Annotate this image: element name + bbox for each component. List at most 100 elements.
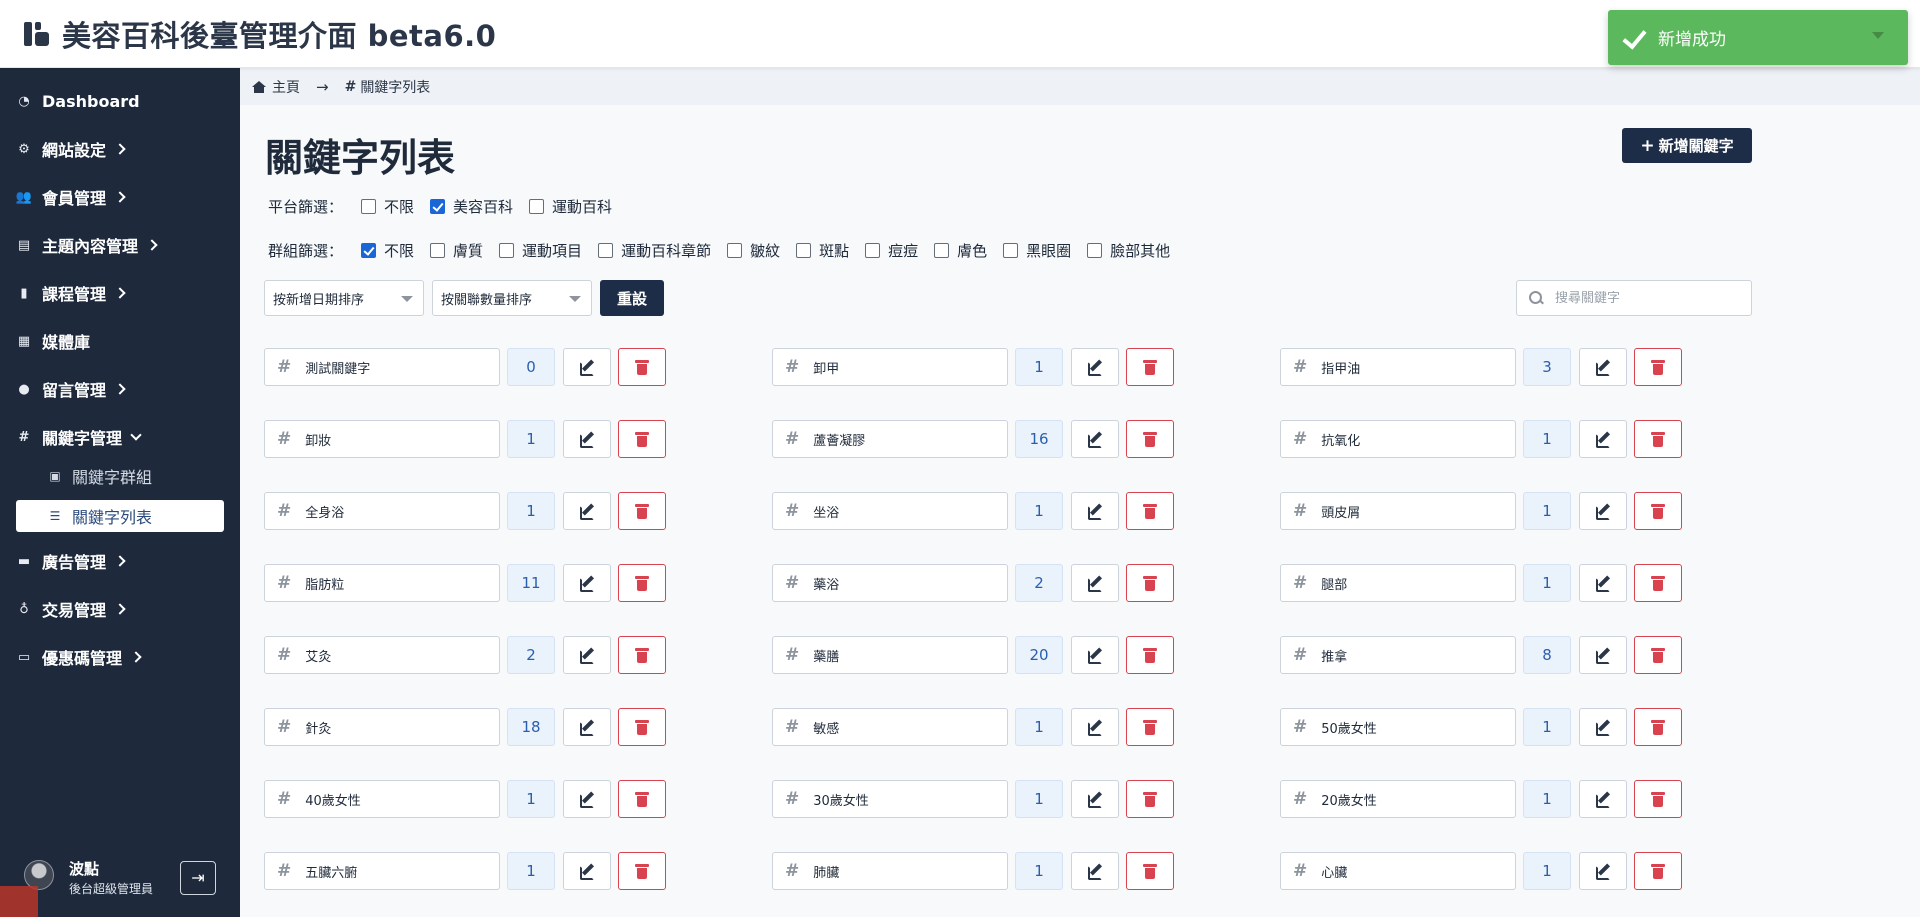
delete-keyword-button[interactable] bbox=[1634, 492, 1682, 530]
sidebar-item[interactable]: ▬ 廣告管理 bbox=[0, 543, 240, 579]
delete-keyword-button[interactable] bbox=[1634, 852, 1682, 890]
checkbox[interactable] bbox=[499, 243, 515, 258]
group-filter-option[interactable]: 臉部其他 bbox=[1087, 240, 1170, 261]
delete-keyword-button[interactable] bbox=[1126, 636, 1174, 674]
keyword-name-field[interactable]: # 推拿 bbox=[1280, 636, 1516, 674]
checkbox[interactable] bbox=[1003, 243, 1019, 258]
edit-keyword-button[interactable] bbox=[563, 852, 611, 890]
checkbox[interactable] bbox=[796, 243, 812, 258]
edit-keyword-button[interactable] bbox=[1071, 492, 1119, 530]
add-keyword-button[interactable]: + 新增關鍵字 bbox=[1622, 128, 1752, 163]
keyword-name-field[interactable]: #50歲女性 bbox=[1280, 708, 1516, 746]
checkbox[interactable] bbox=[727, 243, 743, 258]
edit-keyword-button[interactable] bbox=[1579, 636, 1627, 674]
keyword-name-field[interactable]: # 蘆薈凝膠 bbox=[772, 420, 1008, 458]
edit-keyword-button[interactable] bbox=[563, 420, 611, 458]
platform-filter-option[interactable]: 不限 bbox=[361, 196, 414, 217]
delete-keyword-button[interactable] bbox=[1634, 636, 1682, 674]
sidebar-item[interactable]: 👥 會員管理 bbox=[0, 179, 240, 215]
checkbox[interactable] bbox=[430, 243, 446, 258]
keyword-name-field[interactable]: # 心臟 bbox=[1280, 852, 1516, 890]
keyword-name-field[interactable]: # 全身浴 bbox=[264, 492, 500, 530]
delete-keyword-button[interactable] bbox=[1126, 780, 1174, 818]
edit-keyword-button[interactable] bbox=[1071, 780, 1119, 818]
group-filter-option[interactable]: 黑眼圈 bbox=[1003, 240, 1071, 261]
keyword-name-field[interactable]: # 藥膳 bbox=[772, 636, 1008, 674]
edit-keyword-button[interactable] bbox=[1579, 564, 1627, 602]
sidebar-item[interactable]: ▭ 優惠碼管理 bbox=[0, 639, 240, 675]
edit-keyword-button[interactable] bbox=[563, 636, 611, 674]
edit-keyword-button[interactable] bbox=[563, 564, 611, 602]
checkbox[interactable] bbox=[361, 243, 377, 258]
group-filter-option[interactable]: 運動百科章節 bbox=[598, 240, 711, 261]
edit-keyword-button[interactable] bbox=[1579, 348, 1627, 386]
keyword-name-field[interactable]: #20歲女性 bbox=[1280, 780, 1516, 818]
keyword-name-field[interactable]: # 藥浴 bbox=[772, 564, 1008, 602]
keyword-name-field[interactable]: # 腿部 bbox=[1280, 564, 1516, 602]
platform-filter-option[interactable]: 美容百科 bbox=[430, 196, 513, 217]
edit-keyword-button[interactable] bbox=[563, 348, 611, 386]
checkbox[interactable] bbox=[529, 199, 545, 214]
edit-keyword-button[interactable] bbox=[1071, 564, 1119, 602]
keyword-name-field[interactable]: # 針灸 bbox=[264, 708, 500, 746]
keyword-name-field[interactable]: # 坐浴 bbox=[772, 492, 1008, 530]
group-filter-option[interactable]: 運動項目 bbox=[499, 240, 582, 261]
sidebar-item[interactable]: ▮ 課程管理 bbox=[0, 275, 240, 311]
reset-button[interactable]: 重設 bbox=[600, 280, 664, 316]
sidebar-item[interactable]: # 關鍵字管理 bbox=[0, 419, 240, 455]
keyword-name-field[interactable]: # 測試關鍵字 bbox=[264, 348, 500, 386]
keyword-name-field[interactable]: # 卸妝 bbox=[264, 420, 500, 458]
group-filter-option[interactable]: 膚質 bbox=[430, 240, 483, 261]
checkbox[interactable] bbox=[598, 243, 614, 258]
edit-keyword-button[interactable] bbox=[1071, 636, 1119, 674]
edit-keyword-button[interactable] bbox=[1071, 708, 1119, 746]
keyword-name-field[interactable]: # 指甲油 bbox=[1280, 348, 1516, 386]
sidebar-item[interactable]: ● 留言管理 bbox=[0, 371, 240, 407]
delete-keyword-button[interactable] bbox=[1634, 708, 1682, 746]
delete-keyword-button[interactable] bbox=[618, 852, 666, 890]
sidebar-item[interactable]: ▦ 媒體庫 bbox=[0, 323, 240, 359]
breadcrumb-home-link[interactable]: 主頁 bbox=[272, 77, 300, 97]
sidebar-subitem[interactable]: ☰ 關鍵字列表 bbox=[16, 500, 224, 532]
delete-keyword-button[interactable] bbox=[618, 708, 666, 746]
delete-keyword-button[interactable] bbox=[1126, 564, 1174, 602]
sidebar-subitem[interactable]: ▣ 關鍵字群組 bbox=[16, 460, 224, 492]
sidebar-item[interactable]: ▤ 主題內容管理 bbox=[0, 227, 240, 263]
keyword-name-field[interactable]: # 肺臟 bbox=[772, 852, 1008, 890]
checkbox[interactable] bbox=[430, 199, 446, 214]
delete-keyword-button[interactable] bbox=[1126, 852, 1174, 890]
delete-keyword-button[interactable] bbox=[618, 492, 666, 530]
delete-keyword-button[interactable] bbox=[618, 420, 666, 458]
edit-keyword-button[interactable] bbox=[1071, 852, 1119, 890]
checkbox[interactable] bbox=[361, 199, 377, 214]
success-toast[interactable]: 新增成功 bbox=[1608, 10, 1908, 65]
sidebar-item[interactable]: ♁ 交易管理 bbox=[0, 591, 240, 627]
edit-keyword-button[interactable] bbox=[563, 708, 611, 746]
delete-keyword-button[interactable] bbox=[618, 636, 666, 674]
delete-keyword-button[interactable] bbox=[618, 780, 666, 818]
delete-keyword-button[interactable] bbox=[1126, 348, 1174, 386]
delete-keyword-button[interactable] bbox=[1634, 420, 1682, 458]
delete-keyword-button[interactable] bbox=[1126, 708, 1174, 746]
edit-keyword-button[interactable] bbox=[1579, 780, 1627, 818]
sort-by-date-select[interactable]: 按新增日期排序 bbox=[264, 280, 424, 316]
keyword-name-field[interactable]: # 敏感 bbox=[772, 708, 1008, 746]
delete-keyword-button[interactable] bbox=[1126, 492, 1174, 530]
edit-keyword-button[interactable] bbox=[1071, 348, 1119, 386]
keyword-name-field[interactable]: #30歲女性 bbox=[772, 780, 1008, 818]
edit-keyword-button[interactable] bbox=[1579, 492, 1627, 530]
delete-keyword-button[interactable] bbox=[1634, 564, 1682, 602]
group-filter-option[interactable]: 痘痘 bbox=[865, 240, 918, 261]
delete-keyword-button[interactable] bbox=[1634, 780, 1682, 818]
checkbox[interactable] bbox=[865, 243, 881, 258]
edit-keyword-button[interactable] bbox=[1579, 852, 1627, 890]
sidebar-item[interactable]: ◔ Dashboard bbox=[0, 83, 240, 119]
group-filter-option[interactable]: 不限 bbox=[361, 240, 414, 261]
delete-keyword-button[interactable] bbox=[1126, 420, 1174, 458]
edit-keyword-button[interactable] bbox=[563, 492, 611, 530]
group-filter-option[interactable]: 斑點 bbox=[796, 240, 849, 261]
edit-keyword-button[interactable] bbox=[1579, 708, 1627, 746]
keyword-name-field[interactable]: # 脂肪粒 bbox=[264, 564, 500, 602]
keyword-name-field[interactable]: # 卸甲 bbox=[772, 348, 1008, 386]
keyword-name-field[interactable]: # 艾灸 bbox=[264, 636, 500, 674]
